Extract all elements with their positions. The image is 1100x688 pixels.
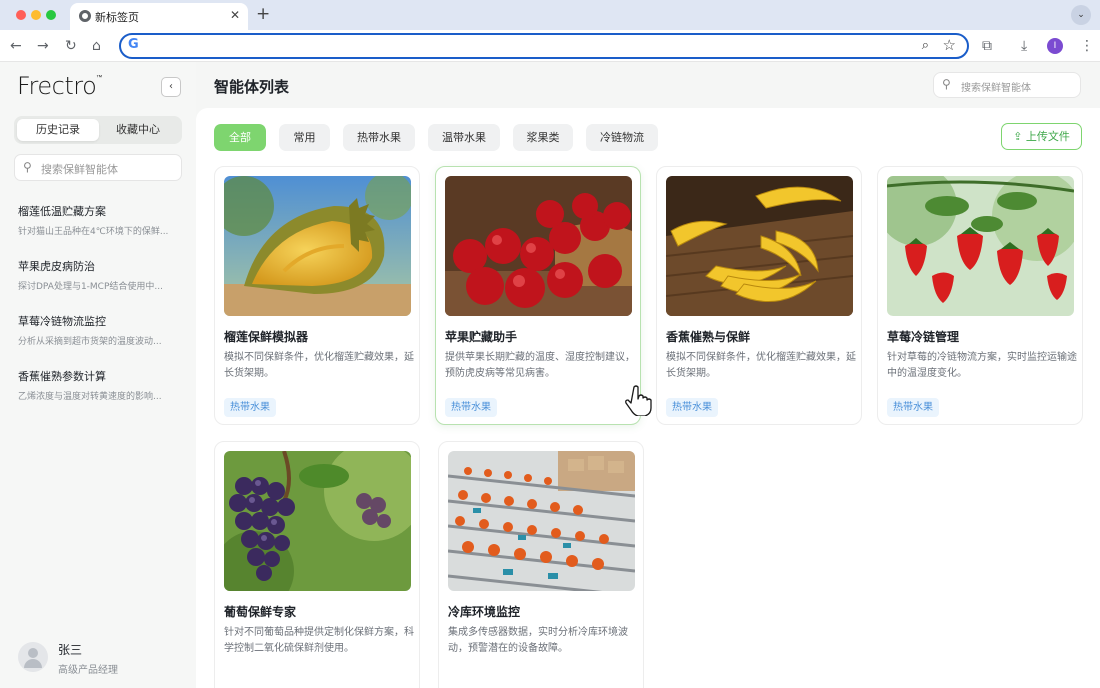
- agent-search-input[interactable]: ⚲ 搜索保鲜智能体: [933, 72, 1081, 98]
- forward-icon[interactable]: →: [37, 37, 49, 55]
- app-logo: Frectro™: [17, 72, 102, 100]
- page-title: 智能体列表: [214, 78, 290, 96]
- tab-title: 新标签页: [95, 11, 139, 24]
- history-list: 榴莲低温贮藏方案 针对猫山王品种在4℃环境下的保鲜... 苹果虎皮病防治 探讨D…: [18, 203, 178, 423]
- history-item-title: 苹果虎皮病防治: [18, 260, 95, 273]
- card-tag: 热带水果: [666, 398, 718, 417]
- card-tag: 热带水果: [887, 398, 939, 417]
- history-item-title: 榴莲低温贮藏方案: [18, 205, 106, 218]
- tab-close-icon[interactable]: ✕: [230, 8, 240, 22]
- sidebar-search-input[interactable]: ⚲ 搜索保鲜智能体: [14, 154, 182, 181]
- card-desc: 针对不同葡萄品种提供定制化保鲜方案，科学控制二氧化硫保鲜剂使用。: [224, 627, 414, 654]
- card-desc: 提供苹果长期贮藏的温度、湿度控制建议，预防虎皮病等常见病害。: [445, 352, 635, 379]
- history-item[interactable]: 香蕉催熟参数计算 乙烯浓度与温度对转黄速度的影响...: [18, 368, 178, 423]
- home-icon[interactable]: ⌂: [92, 37, 101, 55]
- agent-card-durian[interactable]: 榴莲保鲜模拟器 模拟不同保鲜条件，优化榴莲贮藏效果，延长货架期。 热带水果: [214, 166, 420, 425]
- maximize-window-icon[interactable]: [46, 10, 56, 20]
- menu-icon[interactable]: ⋮: [1080, 37, 1094, 55]
- filter-cold-chain[interactable]: 冷链物流: [586, 124, 658, 151]
- main-area: 智能体列表 ⚲ 搜索保鲜智能体 全部 常用 热带水果 温带水果 浆果类 冷链物流…: [196, 62, 1100, 688]
- history-item-desc: 探讨DPA处理与1-MCP结合使用中...: [18, 282, 163, 292]
- minimize-window-icon[interactable]: [31, 10, 41, 20]
- search-placeholder: 搜索保鲜智能体: [41, 163, 118, 176]
- card-desc: 集成多传感器数据，实时分析冷库环境波动，预警潜在的设备故障。: [448, 627, 628, 654]
- zoom-icon[interactable]: ⌕: [922, 38, 929, 53]
- browser-tab-bar: 新标签页 ✕ + ⌄: [0, 0, 1100, 30]
- card-desc: 模拟不同保鲜条件，优化榴莲贮藏效果，延长货架期。: [666, 352, 856, 379]
- history-item-title: 草莓冷链物流监控: [18, 315, 106, 328]
- agent-card-cold-storage[interactable]: 冷库环境监控 集成多传感器数据，实时分析冷库环境波动，预警潜在的设备故障。: [438, 441, 644, 688]
- tab-search-menu-icon[interactable]: ⌄: [1071, 5, 1091, 25]
- agent-card-grape[interactable]: 葡萄保鲜专家 针对不同葡萄品种提供定制化保鲜方案，科学控制二氧化硫保鲜剂使用。: [214, 441, 420, 688]
- card-title: 香蕉催熟与保鲜: [666, 330, 751, 344]
- history-item-desc: 乙烯浓度与温度对转黄速度的影响...: [18, 392, 162, 402]
- filter-berries[interactable]: 浆果类: [513, 124, 573, 151]
- extensions-icon[interactable]: ⧉: [982, 37, 992, 55]
- search-icon: ⚲: [942, 77, 951, 91]
- card-image-grapes: [224, 451, 411, 591]
- history-item[interactable]: 草莓冷链物流监控 分析从采摘到超市货架的温度波动...: [18, 313, 178, 368]
- tab-favorites[interactable]: 收藏中心: [97, 119, 179, 141]
- google-icon: G: [128, 37, 139, 52]
- download-icon[interactable]: ⤓: [1021, 37, 1027, 55]
- agent-card-strawberry[interactable]: 草莓冷链管理 针对草莓的冷链物流方案，实时监控运输途中的温湿度变化。 热带水果: [877, 166, 1083, 425]
- agent-card-apple[interactable]: 苹果贮藏助手 提供苹果长期贮藏的温度、湿度控制建议，预防虎皮病等常见病害。 热带…: [435, 166, 641, 425]
- hand-cursor-icon: [625, 385, 652, 416]
- card-image-durian: [224, 176, 411, 316]
- card-title: 葡萄保鲜专家: [224, 605, 297, 619]
- profile-avatar[interactable]: I: [1047, 38, 1063, 54]
- upload-icon: ⇪: [1013, 130, 1023, 143]
- user-role: 高级产品经理: [58, 665, 118, 676]
- card-desc: 针对草莓的冷链物流方案，实时监控运输途中的温湿度变化。: [887, 352, 1077, 379]
- card-title: 冷库环境监控: [448, 605, 521, 619]
- card-title: 榴莲保鲜模拟器: [224, 330, 309, 344]
- history-item-desc: 针对猫山王品种在4℃环境下的保鲜...: [18, 227, 169, 237]
- sidebar-segmented-control: 历史记录 收藏中心: [14, 116, 182, 144]
- card-tag: 热带水果: [445, 398, 497, 417]
- card-title: 草莓冷链管理: [887, 330, 960, 344]
- browser-toolbar: ← → ↻ ⌂ G ⌕ ☆ ⧉ ⤓ I ⋮: [0, 30, 1100, 62]
- history-item-title: 香蕉催熟参数计算: [18, 370, 106, 383]
- address-bar[interactable]: G ⌕ ☆: [119, 33, 969, 59]
- search-icon: ⚲: [23, 160, 32, 174]
- user-icon: [28, 648, 38, 658]
- user-avatar[interactable]: [18, 642, 48, 672]
- star-icon[interactable]: ☆: [943, 36, 956, 54]
- card-title: 苹果贮藏助手: [445, 330, 518, 344]
- filter-temperate[interactable]: 温带水果: [428, 124, 500, 151]
- back-icon[interactable]: ←: [10, 37, 22, 55]
- card-image-bananas: [666, 176, 853, 316]
- filter-tropical[interactable]: 热带水果: [343, 124, 415, 151]
- card-desc: 模拟不同保鲜条件，优化榴莲贮藏效果，延长货架期。: [224, 352, 414, 379]
- search-placeholder: 搜索保鲜智能体: [961, 83, 1031, 94]
- sidebar: Frectro™ ‹ 历史记录 收藏中心 ⚲ 搜索保鲜智能体 榴莲低温贮藏方案 …: [0, 62, 196, 688]
- tab-history[interactable]: 历史记录: [17, 119, 99, 141]
- history-item[interactable]: 榴莲低温贮藏方案 针对猫山王品种在4℃环境下的保鲜...: [18, 203, 178, 258]
- filter-common[interactable]: 常用: [279, 124, 330, 151]
- card-image-apples: [445, 176, 632, 316]
- agent-card-banana[interactable]: 香蕉催熟与保鲜 模拟不同保鲜条件，优化榴莲贮藏效果，延长货架期。 热带水果: [656, 166, 862, 425]
- upload-file-button[interactable]: ⇪ 上传文件: [1001, 123, 1082, 150]
- close-window-icon[interactable]: [16, 10, 26, 20]
- history-item-desc: 分析从采摘到超市货架的温度波动...: [18, 337, 162, 347]
- chrome-icon: [79, 10, 91, 22]
- card-image-cold-storage: [448, 451, 635, 591]
- card-image-strawberries: [887, 176, 1074, 316]
- filter-all[interactable]: 全部: [214, 124, 266, 151]
- reload-icon[interactable]: ↻: [65, 37, 77, 55]
- user-name: 张三: [58, 643, 83, 657]
- history-item[interactable]: 苹果虎皮病防治 探讨DPA处理与1-MCP结合使用中...: [18, 258, 178, 313]
- card-tag: 热带水果: [224, 398, 276, 417]
- new-tab-icon[interactable]: +: [256, 4, 270, 24]
- collapse-sidebar-button[interactable]: ‹: [161, 77, 181, 97]
- browser-tab[interactable]: 新标签页 ✕: [70, 3, 248, 30]
